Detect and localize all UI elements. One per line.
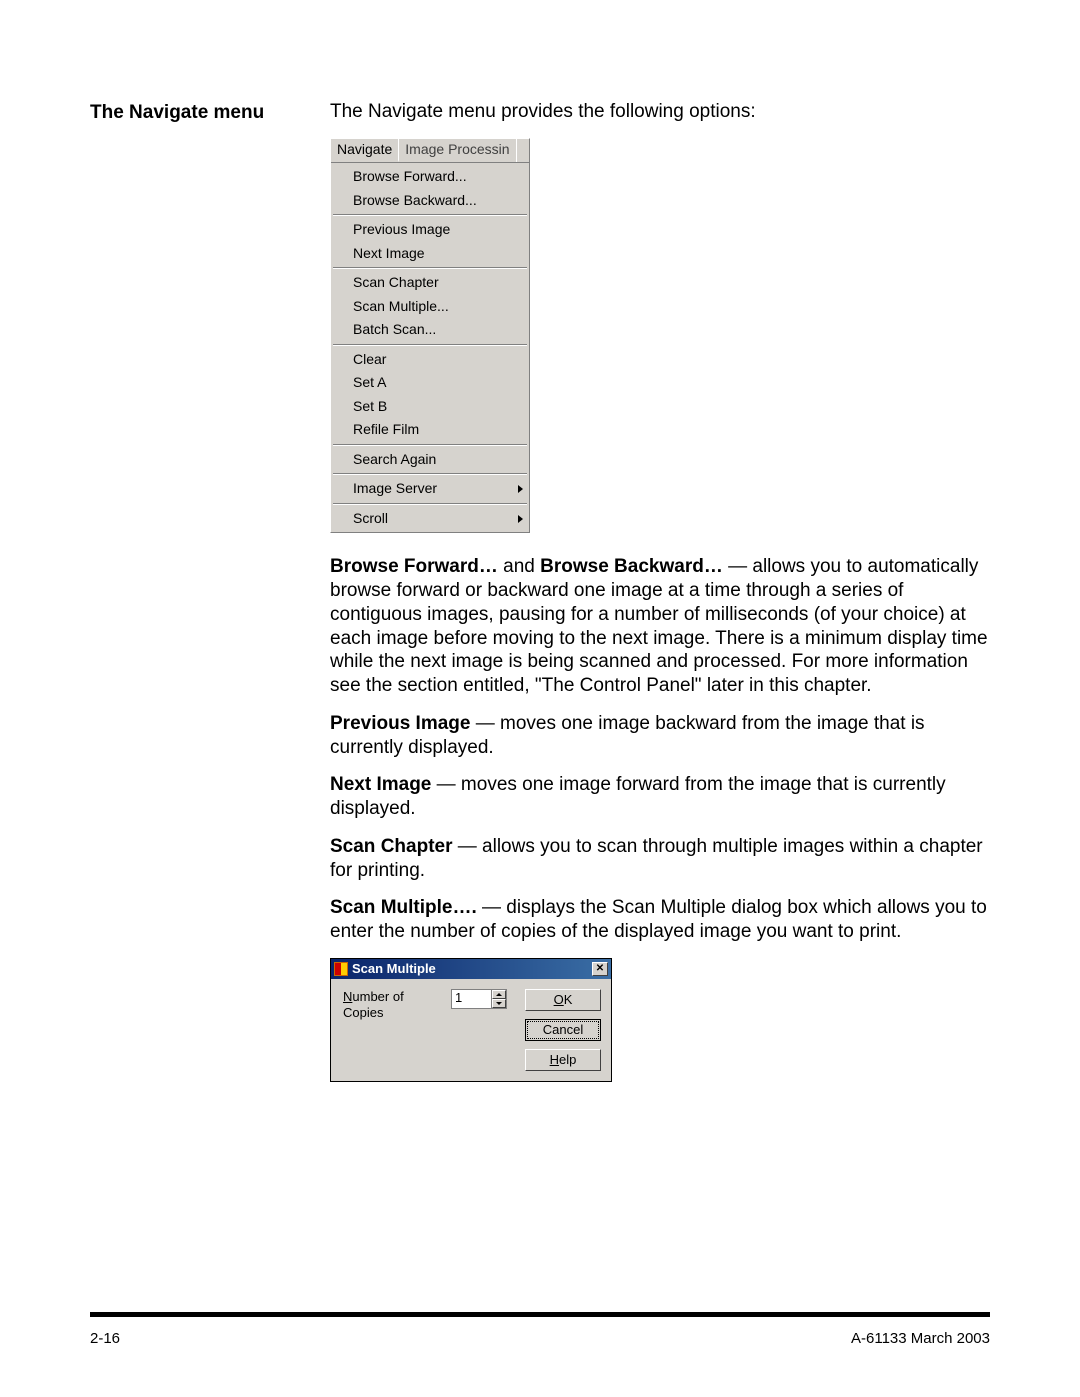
close-button[interactable]: ✕ — [592, 962, 608, 976]
page: The Navigate menu The Navigate menu prov… — [0, 0, 1080, 1397]
menu-item-next-image[interactable]: Next Image — [331, 242, 529, 266]
help-button[interactable]: Help — [525, 1049, 601, 1071]
chevron-right-icon — [518, 515, 523, 523]
term-scan-multiple: Scan Multiple…. — [330, 897, 477, 918]
menu-item-batch-scan[interactable]: Batch Scan... — [331, 318, 529, 342]
menu-bar: Navigate Image Processin — [331, 139, 529, 164]
term-previous-image: Previous Image — [330, 713, 470, 734]
menu-item-browse-backward[interactable]: Browse Backward... — [331, 189, 529, 213]
para-next: Next Image — moves one image forward fro… — [330, 773, 990, 821]
chevron-up-icon — [496, 993, 502, 996]
menu-separator — [333, 214, 527, 216]
cancel-button[interactable]: Cancel — [525, 1019, 601, 1041]
term-next-image: Next Image — [330, 774, 431, 795]
page-footer: 2-16 A-61133 March 2003 — [90, 1330, 990, 1347]
dialog-title-text: Scan Multiple — [352, 961, 436, 977]
navigate-menu: Navigate Image Processin Browse Forward.… — [330, 138, 530, 534]
close-icon: ✕ — [596, 963, 604, 976]
content-column: The Navigate menu provides the following… — [330, 100, 990, 1082]
term-scan-chapter: Scan Chapter — [330, 836, 452, 857]
menu-item-image-server[interactable]: Image Server — [331, 477, 529, 501]
para-previous: Previous Image — moves one image backwar… — [330, 712, 990, 760]
menu-item-label: Scroll — [353, 510, 388, 526]
menu-tab-image-processing[interactable]: Image Processin — [399, 139, 516, 163]
para-browse: Browse Forward… and Browse Backward… — a… — [330, 555, 990, 698]
menu-item-browse-forward[interactable]: Browse Forward... — [331, 165, 529, 189]
menu-separator — [333, 444, 527, 446]
chevron-down-icon — [496, 1002, 502, 1005]
dialog-titlebar[interactable]: Scan Multiple ✕ — [331, 959, 611, 979]
menu-separator — [333, 473, 527, 475]
para-scan-multiple: Scan Multiple…. — displays the Scan Mult… — [330, 896, 990, 944]
spinner-down-button[interactable] — [492, 999, 506, 1008]
menu-item-clear[interactable]: Clear — [331, 348, 529, 372]
menu-item-refile-film[interactable]: Refile Film — [331, 418, 529, 442]
term-browse-forward: Browse Forward… — [330, 556, 498, 577]
menu-item-set-a[interactable]: Set A — [331, 371, 529, 395]
chevron-right-icon — [518, 485, 523, 493]
menu-item-scan-multiple[interactable]: Scan Multiple... — [331, 295, 529, 319]
spinner-buttons — [491, 989, 507, 1009]
copies-spinner: 1 — [451, 989, 507, 1009]
intro-text: The Navigate menu provides the following… — [330, 100, 990, 124]
menu-item-set-b[interactable]: Set B — [331, 395, 529, 419]
menu-list: Browse Forward... Browse Backward... Pre… — [331, 163, 529, 532]
footer-rule — [90, 1312, 990, 1317]
dialog-body: Number of Copies 1 OK Cancel Help — [331, 979, 611, 1081]
spinner-up-button[interactable] — [492, 990, 506, 999]
menu-tab-navigate[interactable]: Navigate — [331, 139, 399, 163]
para-scan-chapter: Scan Chapter — allows you to scan throug… — [330, 835, 990, 883]
menu-item-scan-chapter[interactable]: Scan Chapter — [331, 271, 529, 295]
copies-field-group: Number of Copies 1 — [343, 989, 507, 1071]
menu-separator — [333, 344, 527, 346]
menu-item-previous-image[interactable]: Previous Image — [331, 218, 529, 242]
copies-label: Number of Copies — [343, 989, 445, 1022]
dialog-title-left: Scan Multiple — [334, 961, 436, 977]
menu-item-scroll[interactable]: Scroll — [331, 507, 529, 531]
section-row: The Navigate menu The Navigate menu prov… — [90, 100, 990, 1082]
menu-separator — [333, 267, 527, 269]
section-heading: The Navigate menu — [90, 100, 330, 124]
term-browse-backward: Browse Backward… — [540, 556, 723, 577]
menu-item-search-again[interactable]: Search Again — [331, 448, 529, 472]
footer-doc-id: A-61133 March 2003 — [851, 1330, 990, 1347]
dialog-buttons: OK Cancel Help — [525, 989, 601, 1071]
menu-item-label: Image Server — [353, 480, 437, 496]
footer-page-number: 2-16 — [90, 1330, 120, 1347]
scan-multiple-dialog: Scan Multiple ✕ Number of Copies 1 — [330, 958, 612, 1082]
copies-input[interactable]: 1 — [451, 989, 491, 1009]
app-icon — [334, 962, 348, 976]
ok-button[interactable]: OK — [525, 989, 601, 1011]
menu-separator — [333, 503, 527, 505]
